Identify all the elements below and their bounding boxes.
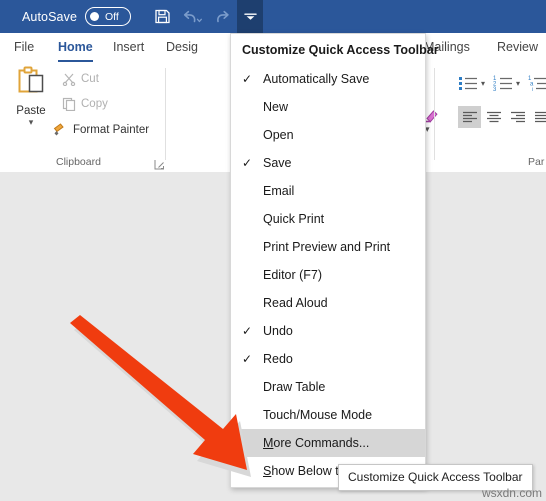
paste-dropdown-caret-icon[interactable]: ▾ bbox=[8, 118, 54, 127]
format-painter-label: Format Painter bbox=[73, 123, 150, 136]
menu-item[interactable]: New bbox=[231, 93, 425, 121]
menu-item[interactable]: Editor (F7) bbox=[231, 261, 425, 289]
menu-header: Customize Quick Access Toolbar bbox=[242, 43, 439, 57]
check-icon: ✓ bbox=[241, 72, 253, 86]
numbered-list-button[interactable]: 1 2 3 bbox=[493, 74, 515, 94]
multilevel-list-icon: 1 a i bbox=[528, 76, 546, 93]
customize-quick-access-toolbar-button[interactable] bbox=[237, 0, 264, 33]
clipboard-dialog-launcher[interactable] bbox=[154, 157, 165, 170]
menu-item[interactable]: ✓ Undo bbox=[231, 317, 425, 345]
menu-item[interactable]: Touch/Mouse Mode bbox=[231, 401, 425, 429]
menu-item-label: Print Preview and Print bbox=[263, 240, 391, 254]
cut-label: Cut bbox=[81, 73, 99, 85]
bullet-list-button[interactable] bbox=[458, 74, 480, 94]
menu-item[interactable]: Open bbox=[231, 121, 425, 149]
ribbon-group-paragraph: ▾ 1 2 3 ▾ 1 a i Par bbox=[434, 62, 546, 172]
bullet-list-icon bbox=[459, 77, 477, 90]
align-right-icon bbox=[510, 111, 525, 122]
multilevel-list-button[interactable]: 1 a i bbox=[528, 74, 546, 94]
menu-item[interactable]: Email bbox=[231, 177, 425, 205]
align-center-button[interactable] bbox=[482, 106, 505, 128]
paste-button[interactable]: Paste ▾ bbox=[8, 66, 54, 127]
menu-item[interactable]: Read Aloud bbox=[231, 289, 425, 317]
menu-item[interactable]: Draw Table bbox=[231, 373, 425, 401]
undo-icon[interactable] bbox=[177, 2, 207, 32]
customize-quick-access-toolbar-menu: Customize Quick Access Toolbar ✓ Automati… bbox=[230, 33, 439, 488]
paragraph-group-label: Par bbox=[528, 156, 545, 168]
paste-clipboard-icon bbox=[18, 66, 44, 93]
tab-home[interactable]: Home bbox=[58, 33, 93, 62]
tab-review[interactable]: Review bbox=[497, 33, 538, 62]
menu-item[interactable]: More Commands... bbox=[231, 429, 425, 457]
watermark: wsxdn.com bbox=[481, 486, 542, 500]
scissors-icon bbox=[62, 73, 76, 86]
align-left-icon bbox=[462, 111, 477, 122]
menu-item-label: Quick Print bbox=[263, 212, 325, 226]
check-icon: ✓ bbox=[241, 324, 253, 338]
bullet-list-caret-icon[interactable]: ▾ bbox=[481, 79, 485, 88]
svg-text:3: 3 bbox=[493, 87, 497, 92]
menu-item[interactable]: ✓ Automatically Save bbox=[231, 65, 425, 93]
tab-design[interactable]: Desig bbox=[166, 33, 198, 62]
redo-icon[interactable] bbox=[207, 2, 237, 32]
check-icon: ✓ bbox=[241, 156, 253, 170]
autosave-control[interactable]: AutoSave Off bbox=[22, 7, 132, 26]
save-icon[interactable] bbox=[147, 2, 177, 32]
title-bar: AutoSave Off bbox=[0, 0, 546, 33]
align-left-button[interactable] bbox=[458, 106, 481, 128]
menu-item[interactable]: ✓ Save bbox=[231, 149, 425, 177]
menu-item-label: Open bbox=[263, 128, 294, 142]
menu-item-label: Draw Table bbox=[263, 380, 326, 394]
autosave-toggle-knob bbox=[90, 12, 100, 21]
cut-button[interactable]: Cut bbox=[62, 72, 99, 86]
ribbon-group-clipboard: Paste ▾ Cut Copy Format Painter Clipboar… bbox=[0, 62, 166, 172]
tab-insert[interactable]: Insert bbox=[113, 33, 144, 62]
align-justify-button[interactable] bbox=[530, 106, 546, 128]
format-painter-button[interactable]: Format Painter bbox=[52, 122, 149, 137]
autosave-state-label: Off bbox=[105, 10, 119, 23]
copy-button[interactable]: Copy bbox=[62, 97, 108, 111]
chevron-down-icon bbox=[243, 13, 257, 20]
menu-item-label: Undo bbox=[263, 324, 293, 338]
format-painter-icon bbox=[53, 123, 64, 136]
menu-item-list: ✓ Automatically Save New Open ✓ Save Email Quic… bbox=[231, 65, 425, 485]
clipboard-group-label: Clipboard bbox=[56, 156, 101, 168]
copy-icon bbox=[62, 97, 76, 111]
menu-item-label: Touch/Mouse Mode bbox=[263, 408, 373, 422]
autosave-label: AutoSave bbox=[22, 9, 78, 24]
menu-item[interactable]: Print Preview and Print bbox=[231, 233, 425, 261]
align-justify-icon bbox=[534, 111, 546, 122]
menu-item-label: Redo bbox=[263, 352, 293, 366]
align-right-button[interactable] bbox=[506, 106, 529, 128]
numbered-list-icon: 1 2 3 bbox=[493, 76, 512, 93]
paste-label: Paste bbox=[16, 105, 46, 117]
menu-item-label: Email bbox=[263, 184, 295, 198]
svg-text:i: i bbox=[532, 87, 533, 92]
copy-label: Copy bbox=[81, 98, 108, 110]
menu-item[interactable]: Quick Print bbox=[231, 205, 425, 233]
menu-item-label: Editor (F7) bbox=[263, 268, 323, 282]
quick-access-toolbar bbox=[147, 0, 264, 33]
menu-item-label: Read Aloud bbox=[263, 296, 328, 310]
check-icon: ✓ bbox=[241, 352, 253, 366]
dialog-launcher-icon bbox=[154, 160, 164, 170]
menu-item[interactable]: ✓ Redo bbox=[231, 345, 425, 373]
autosave-toggle[interactable]: Off bbox=[85, 7, 132, 26]
numbered-list-caret-icon[interactable]: ▾ bbox=[516, 79, 520, 88]
tab-file[interactable]: File bbox=[14, 33, 34, 62]
align-center-icon bbox=[486, 111, 501, 122]
menu-item-label: Save bbox=[263, 156, 292, 170]
menu-item-label: New bbox=[263, 100, 289, 114]
menu-item-label: More Commands... bbox=[263, 436, 370, 450]
menu-item-label: Automatically Save bbox=[263, 72, 370, 86]
